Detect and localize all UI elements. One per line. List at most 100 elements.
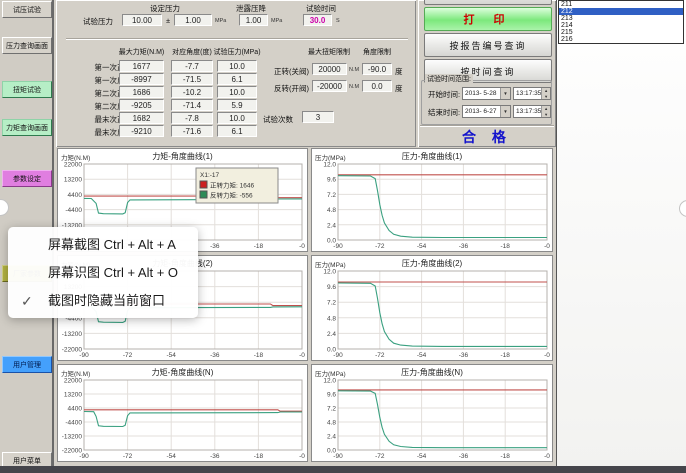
forward-angle-input[interactable]: -90.0 bbox=[362, 63, 392, 75]
time-range-label: 试验时间范围: bbox=[425, 74, 473, 84]
svg-text:4.8: 4.8 bbox=[327, 315, 336, 322]
svg-text:-36: -36 bbox=[210, 243, 220, 250]
svg-text:-13200: -13200 bbox=[62, 434, 83, 441]
sidebar-item-3[interactable]: 扭矩试验 bbox=[2, 81, 52, 98]
col-header-pressure: 试验压力(MPa) bbox=[212, 47, 262, 57]
pressure-value: 10.0 bbox=[217, 86, 257, 98]
context-menu-item[interactable]: 屏幕识图 Ctrl + Alt + O bbox=[8, 259, 198, 287]
col-header-torque: 最大力矩(N.M) bbox=[114, 47, 169, 57]
query-panel: 打 印 按报告编号查询 按时间查询 试验时间范围: 开始时间: 2013- 5-… bbox=[418, 0, 556, 147]
reverse-torque-input[interactable]: -20000 bbox=[312, 80, 347, 92]
start-date-select[interactable]: 2013- 5-28 ▼ bbox=[462, 87, 511, 100]
svg-text:4.8: 4.8 bbox=[327, 420, 336, 427]
forward-label: 正转(关阀) bbox=[274, 66, 309, 77]
forward-torque-input[interactable]: 20000 bbox=[312, 63, 347, 75]
reverse-line bbox=[338, 391, 547, 448]
svg-text:-54: -54 bbox=[417, 352, 427, 359]
sidebar-item-4[interactable]: 力矩查询画面 bbox=[2, 119, 52, 136]
start-time-spinner[interactable]: 13:17:35 ▲▼ bbox=[513, 87, 551, 100]
table-row: 最末次正转1682-7.810.0 bbox=[72, 112, 402, 124]
report-list-item[interactable]: 211 bbox=[559, 1, 683, 8]
svg-text:13200: 13200 bbox=[64, 177, 82, 184]
angle-value: -7.8 bbox=[171, 112, 213, 124]
svg-text:-0: -0 bbox=[544, 453, 550, 460]
reverse-angle-input[interactable]: 0.0 bbox=[362, 80, 392, 92]
sidebar-item-7[interactable]: 用户管理 bbox=[2, 356, 52, 373]
svg-text:-72: -72 bbox=[375, 352, 385, 359]
context-menu-item[interactable]: 屏幕截图 Ctrl + Alt + A bbox=[8, 231, 198, 259]
spinner-down-icon[interactable]: ▼ bbox=[542, 94, 550, 100]
context-menu-item[interactable]: ✓截图时隐藏当前窗口 bbox=[8, 287, 198, 315]
report-list-item[interactable]: 215 bbox=[559, 29, 683, 36]
partial-button[interactable] bbox=[424, 0, 552, 5]
pressure-input[interactable]: 10.00 bbox=[122, 14, 162, 26]
end-date-select[interactable]: 2013- 6-27 ▼ bbox=[462, 105, 511, 118]
chart-canvas: -90-72-54-36-18-012.09.67.24.82.40.0 bbox=[312, 162, 552, 251]
report-list-item[interactable]: 216 bbox=[559, 36, 683, 43]
max-torque-value: -9205 bbox=[119, 99, 164, 111]
time-input[interactable]: 30.0 bbox=[303, 14, 332, 26]
sidebar-item-5[interactable]: 参数设定 bbox=[2, 170, 52, 187]
svg-text:-13200: -13200 bbox=[62, 331, 83, 338]
svg-text:-4400: -4400 bbox=[65, 207, 82, 214]
svg-text:-18: -18 bbox=[254, 243, 264, 250]
torque-limit-header: 最大扭矩限制 bbox=[294, 47, 364, 57]
max-torque-value: 1682 bbox=[119, 112, 164, 124]
pressure-tolerance-input[interactable]: 1.00 bbox=[174, 14, 212, 26]
leak-unit: MPa bbox=[271, 18, 282, 24]
app-window: 试压试验压力查询画面扭矩试验力矩查询画面参数设定厂家参数用户管理用户菜单 设定压… bbox=[0, 0, 686, 473]
spinner-down-icon[interactable]: ▼ bbox=[542, 112, 550, 118]
svg-text:-18: -18 bbox=[500, 453, 510, 460]
test-count-input[interactable]: 3 bbox=[302, 111, 334, 123]
svg-text:9.6: 9.6 bbox=[327, 392, 336, 399]
leak-header: 泄露压降 bbox=[236, 3, 266, 14]
chevron-down-icon[interactable]: ▼ bbox=[500, 106, 510, 117]
report-list-item[interactable]: 213 bbox=[559, 15, 683, 22]
time-unit: S bbox=[336, 18, 340, 24]
angle-value: -71.4 bbox=[171, 99, 213, 111]
leak-input[interactable]: 1.00 bbox=[239, 14, 268, 26]
table-row: 第二次反转-9205-71.45.9 bbox=[72, 99, 402, 111]
pressure-value: 10.0 bbox=[217, 60, 257, 72]
spinner[interactable]: ▲▼ bbox=[541, 106, 550, 117]
svg-text:-18: -18 bbox=[500, 352, 510, 359]
svg-text:0.0: 0.0 bbox=[327, 347, 336, 354]
svg-text:-18: -18 bbox=[254, 453, 264, 460]
query-by-report-button[interactable]: 按报告编号查询 bbox=[424, 33, 552, 57]
reverse-line bbox=[84, 412, 302, 427]
end-time-spinner[interactable]: 13:17:35 ▲▼ bbox=[513, 105, 551, 118]
svg-text:13200: 13200 bbox=[64, 392, 82, 399]
spinner[interactable]: ▲▼ bbox=[541, 88, 550, 99]
svg-text:-36: -36 bbox=[210, 352, 220, 359]
settings-panel: 设定压力 泄露压降 试验时间 试验压力 10.00 ± 1.00 MPa 1.0… bbox=[56, 0, 416, 147]
svg-text:-0: -0 bbox=[299, 453, 305, 460]
reverse-line bbox=[338, 176, 547, 238]
max-torque-value: 1677 bbox=[119, 60, 164, 72]
pressure-value: 6.1 bbox=[217, 125, 257, 137]
angle-value: -7.7 bbox=[171, 60, 213, 72]
sidebar-item-2[interactable]: 压力查询画面 bbox=[2, 37, 52, 54]
chevron-down-icon[interactable]: ▼ bbox=[500, 88, 510, 99]
svg-text:12.0: 12.0 bbox=[323, 269, 336, 276]
print-button[interactable]: 打 印 bbox=[424, 7, 552, 31]
chart-panel-torque-n: 力矩(N.M)力矩-角度曲线(N)-90-72-54-36-18-0220001… bbox=[57, 364, 308, 462]
result-status: 合 格 bbox=[418, 127, 556, 147]
svg-text:-18: -18 bbox=[254, 352, 264, 359]
svg-text:0.0: 0.0 bbox=[327, 238, 336, 245]
svg-text:2.4: 2.4 bbox=[327, 331, 336, 338]
test-count-label: 试验次数 bbox=[263, 114, 293, 125]
time-header: 试验时间 bbox=[306, 3, 336, 14]
pressure-value: 10.0 bbox=[217, 112, 257, 124]
results-panel: 211212213214215216 bbox=[556, 0, 686, 473]
svg-text:12.0: 12.0 bbox=[323, 162, 336, 169]
report-list-item[interactable]: 212 bbox=[559, 8, 683, 15]
report-list-item[interactable]: 214 bbox=[559, 22, 683, 29]
svg-text:反转力矩: -556: 反转力矩: -556 bbox=[210, 191, 253, 200]
chart-panel-pressure-1: 压力(MPa)压力-角度曲线(1)-90-72-54-36-18-012.09.… bbox=[311, 148, 553, 252]
svg-text:-22000: -22000 bbox=[62, 448, 83, 455]
sidebar-item-1[interactable]: 试压试验 bbox=[2, 1, 52, 18]
svg-text:4400: 4400 bbox=[68, 406, 83, 413]
context-menu-item-label: 屏幕截图 Ctrl + Alt + A bbox=[48, 237, 176, 252]
start-date-value: 2013- 5-28 bbox=[465, 90, 496, 97]
svg-text:7.2: 7.2 bbox=[327, 192, 336, 199]
